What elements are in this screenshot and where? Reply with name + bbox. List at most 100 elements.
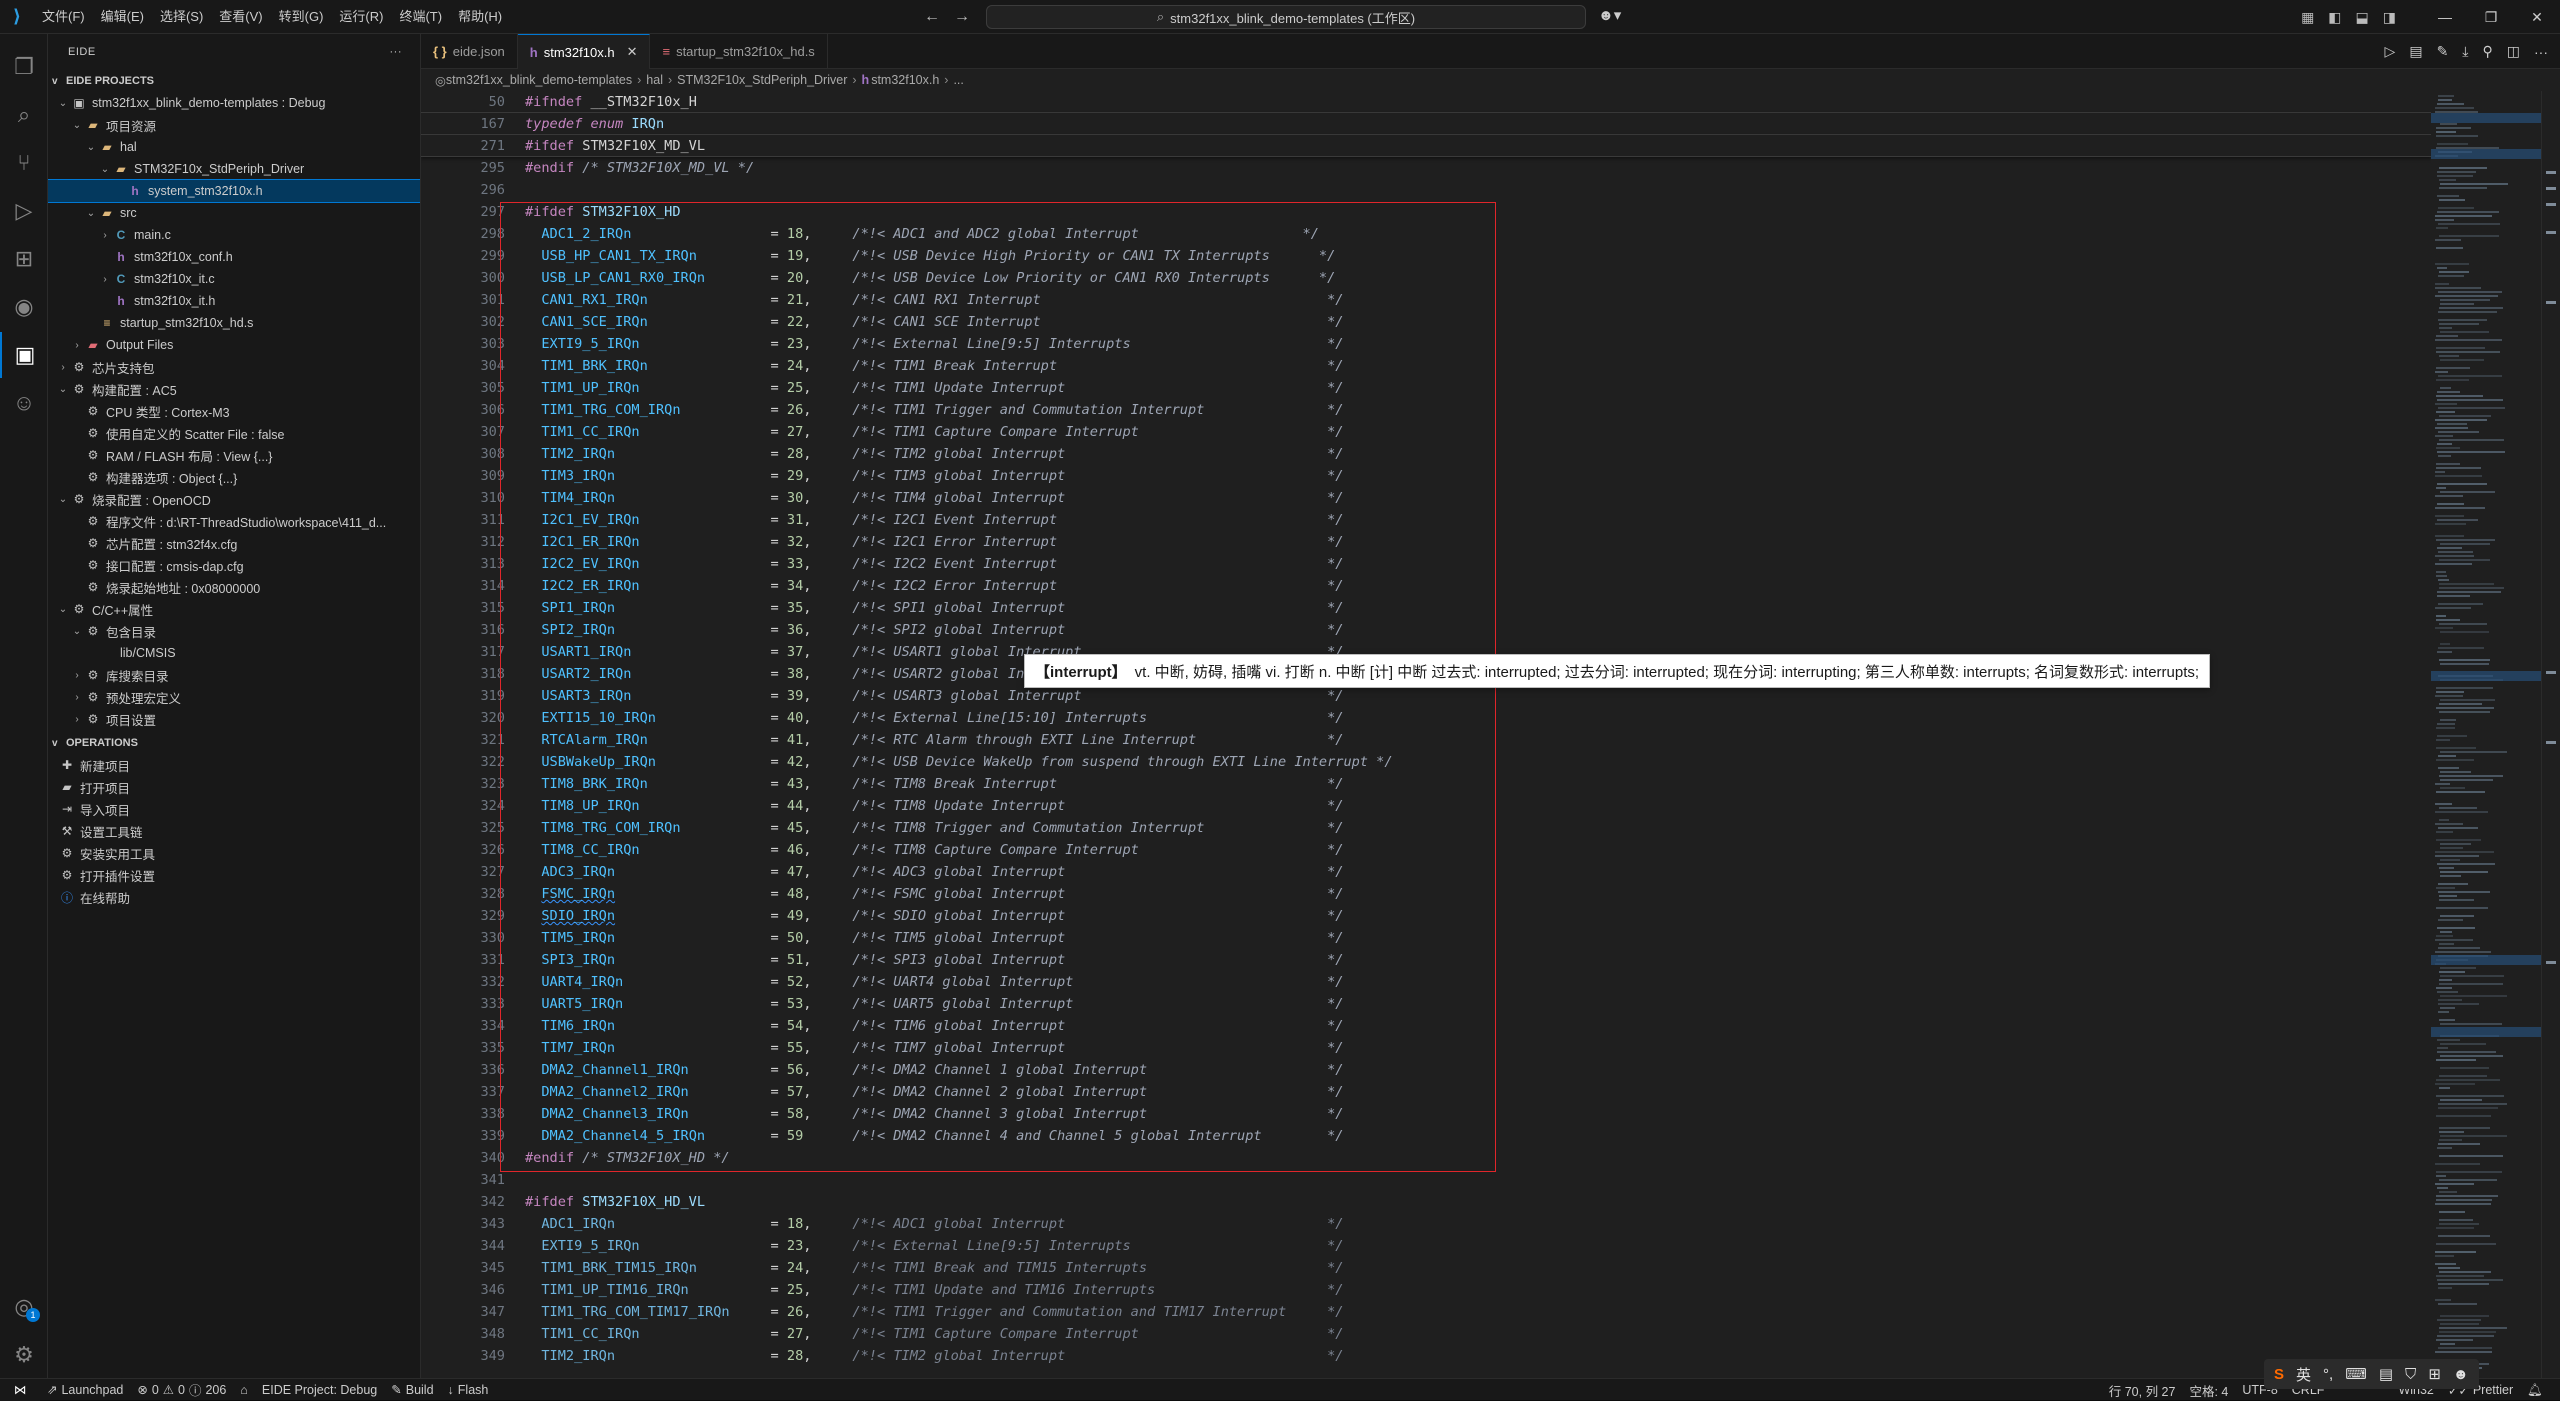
menu-item[interactable]: 转到(G)	[271, 0, 332, 34]
tree-item[interactable]: › Cstm32f10x_it.c	[48, 268, 420, 290]
breadcrumb-segment[interactable]: hal	[646, 73, 663, 87]
minimap[interactable]	[2431, 91, 2541, 1378]
rebuild-icon[interactable]: ✎	[2437, 43, 2449, 60]
run-icon[interactable]: ▷	[2385, 43, 2396, 60]
chevron-right-icon[interactable]: ›	[56, 362, 70, 373]
chevron-right-icon[interactable]: ›	[70, 670, 84, 681]
code-line[interactable]: 299 USB_HP_CAN1_TX_IRQn = 19, /*!< USB D…	[421, 245, 2431, 267]
extensions-icon[interactable]: ⊞	[0, 236, 48, 282]
gitlens-icon[interactable]: ◉	[0, 284, 48, 330]
ime-shirt-icon[interactable]: ⛉	[2405, 1366, 2416, 1383]
code-line[interactable]: 303 EXTI9_5_IRQn = 23, /*!< External Lin…	[421, 333, 2431, 355]
command-center-search[interactable]: ⌕ stm32f1xx_blink_demo-templates (工作区)	[986, 5, 1586, 29]
tree-item[interactable]: ⚙ RAM / FLASH 布局 : View {...}	[48, 444, 420, 466]
code-editor[interactable]: 50 #ifndef __STM32F10x_H 167 typedef enum I…	[421, 91, 2431, 1378]
forward-arrow-icon[interactable]: →	[954, 8, 970, 26]
restore-button[interactable]: ❐	[2468, 0, 2514, 34]
code-line[interactable]: 314 I2C2_ER_IRQn = 34, /*!< I2C2 Error I…	[421, 575, 2431, 597]
code-line[interactable]: 327 ADC3_IRQn = 47, /*!< ADC3 global Int…	[421, 861, 2431, 883]
chevron-down-icon[interactable]: ⌄	[56, 384, 70, 395]
code-line[interactable]: 330 TIM5_IRQn = 50, /*!< TIM5 global Int…	[421, 927, 2431, 949]
breadcrumb-segment[interactable]: stm32f1xx_blink_demo-templates	[446, 73, 632, 87]
tree-item[interactable]: ⚙ 构建器选项 : Object {...}	[48, 466, 420, 488]
code-line[interactable]: 343 ADC1_IRQn = 18, /*!< ADC1 global Int…	[421, 1213, 2431, 1235]
tree-item[interactable]: › ⚙ 库搜索目录	[48, 664, 420, 686]
settings-gear-icon[interactable]: ⚙	[0, 1332, 48, 1378]
breadcrumb-segment[interactable]: ...	[953, 73, 963, 87]
code-line[interactable]: 307 TIM1_CC_IRQn = 27, /*!< TIM1 Capture…	[421, 421, 2431, 443]
editor-more-icon[interactable]: ···	[2534, 44, 2548, 60]
code-line[interactable]: 295 #endif /* STM32F10X_MD_VL */	[421, 157, 2431, 179]
pin-icon[interactable]: ⚲	[2483, 43, 2493, 60]
chevron-down-icon[interactable]: ⌄	[84, 142, 98, 153]
code-line[interactable]: 323 TIM8_BRK_IRQn = 43, /*!< TIM8 Break …	[421, 773, 2431, 795]
code-line[interactable]: 321 RTCAlarm_IRQn = 41, /*!< RTC Alarm t…	[421, 729, 2431, 751]
code-line[interactable]: 298 ADC1_2_IRQn = 18, /*!< ADC1 and ADC2…	[421, 223, 2431, 245]
operation-item[interactable]: ⚙ 安装实用工具	[48, 842, 420, 864]
menu-item[interactable]: 帮助(H)	[450, 0, 510, 34]
code-line[interactable]: 325 TIM8_TRG_COM_IRQn = 45, /*!< TIM8 Tr…	[421, 817, 2431, 839]
operation-item[interactable]: ⓘ 在线帮助	[48, 886, 420, 908]
chevron-right-icon[interactable]: ›	[70, 714, 84, 725]
code-line[interactable]: 347 TIM1_TRG_COM_TIM17_IRQn = 26, /*!< T…	[421, 1301, 2431, 1323]
account-icon[interactable]: ◎ 1	[0, 1284, 48, 1330]
close-window-button[interactable]: ✕	[2514, 0, 2560, 34]
tree-item[interactable]: h stm32f10x_conf.h	[48, 246, 420, 268]
code-line[interactable]: 313 I2C2_EV_IRQn = 33, /*!< I2C2 Event I…	[421, 553, 2431, 575]
operation-item[interactable]: ⇥ 导入项目	[48, 798, 420, 820]
code-line[interactable]: 312 I2C1_ER_IRQn = 32, /*!< I2C1 Error I…	[421, 531, 2431, 553]
toggle-panel-icon[interactable]: ⬓	[2356, 9, 2369, 26]
tree-item[interactable]: ⚙ 烧录起始地址 : 0x08000000	[48, 576, 420, 598]
code-line[interactable]: 306 TIM1_TRG_COM_IRQn = 26, /*!< TIM1 Tr…	[421, 399, 2431, 421]
projects-section-header[interactable]: v EIDE PROJECTS	[48, 70, 420, 92]
menu-item[interactable]: 编辑(E)	[93, 0, 152, 34]
code-line[interactable]: 336 DMA2_Channel1_IRQn = 56, /*!< DMA2 C…	[421, 1059, 2431, 1081]
tree-item[interactable]: ⌄ ⚙ 包含目录	[48, 620, 420, 642]
download-icon[interactable]: ⤓	[2462, 43, 2468, 60]
chevron-down-icon[interactable]: ⌄	[56, 98, 70, 109]
code-line[interactable]: 349 TIM2_IRQn = 28, /*!< TIM2 global Int…	[421, 1345, 2431, 1367]
code-line[interactable]: 319 USART3_IRQn = 39, /*!< USART3 global…	[421, 685, 2431, 707]
chevron-right-icon[interactable]: ›	[70, 340, 84, 351]
problems-item[interactable]: ⊗ 0 ⚠ 0 ⓘ 206	[130, 1380, 233, 1399]
remote-indicator-icon[interactable]: ⋈	[0, 1378, 40, 1401]
code-line[interactable]: 340 #endif /* STM32F10X_HD */	[421, 1147, 2431, 1169]
tree-item[interactable]: ⌄ ⚙ 烧录配置 : OpenOCD	[48, 488, 420, 510]
tree-item[interactable]: ⌄ ▣ stm32f1xx_blink_demo-templates : Debug	[48, 92, 420, 114]
code-line[interactable]: 310 TIM4_IRQn = 30, /*!< TIM4 global Int…	[421, 487, 2431, 509]
cursor-position[interactable]: 行 70, 列 27	[2102, 1381, 2183, 1400]
build-icon[interactable]: ▤	[2409, 43, 2422, 60]
ime-apps-icon[interactable]: ⊞	[2428, 1365, 2441, 1383]
code-line[interactable]: 335 TIM7_IRQn = 55, /*!< TIM7 global Int…	[421, 1037, 2431, 1059]
code-line[interactable]: 297 #ifdef STM32F10X_HD	[421, 201, 2431, 223]
build-item[interactable]: ✎ Build	[384, 1382, 440, 1398]
code-line[interactable]: 316 SPI2_IRQn = 36, /*!< SPI2 global Int…	[421, 619, 2431, 641]
code-line[interactable]: 337 DMA2_Channel2_IRQn = 57, /*!< DMA2 C…	[421, 1081, 2431, 1103]
ime-avatar-icon[interactable]: ☻	[2453, 1366, 2469, 1383]
ime-punct-icon[interactable]: °,	[2323, 1366, 2333, 1383]
tree-item[interactable]: ⌄ ▰ 项目资源	[48, 114, 420, 136]
menu-item[interactable]: 终端(T)	[391, 0, 450, 34]
layout-customize-icon[interactable]: ▦	[2301, 9, 2314, 26]
code-line[interactable]: 333 UART5_IRQn = 53, /*!< UART5 global I…	[421, 993, 2431, 1015]
indentation[interactable]: 空格: 4	[2182, 1381, 2235, 1400]
code-line[interactable]: 324 TIM8_UP_IRQn = 44, /*!< TIM8 Update …	[421, 795, 2431, 817]
tree-item[interactable]: ⌄ ▰ hal	[48, 136, 420, 158]
chevron-right-icon[interactable]: ›	[70, 692, 84, 703]
code-line[interactable]: 346 TIM1_UP_TIM16_IRQn = 25, /*!< TIM1 U…	[421, 1279, 2431, 1301]
code-line[interactable]: 332 UART4_IRQn = 52, /*!< UART4 global I…	[421, 971, 2431, 993]
chevron-right-icon[interactable]: ›	[98, 274, 112, 285]
code-line[interactable]: 341	[421, 1169, 2431, 1191]
back-arrow-icon[interactable]: ←	[924, 8, 940, 26]
tree-item[interactable]: ⌄ ▰ STM32F10x_StdPeriph_Driver	[48, 158, 420, 180]
code-line[interactable]: 329 SDIO_IRQn = 49, /*!< SDIO global Int…	[421, 905, 2431, 927]
code-line[interactable]: 345 TIM1_BRK_TIM15_IRQn = 24, /*!< TIM1 …	[421, 1257, 2431, 1279]
eide-project-item[interactable]: EIDE Project: Debug	[255, 1383, 384, 1397]
code-line[interactable]: 338 DMA2_Channel3_IRQn = 58, /*!< DMA2 C…	[421, 1103, 2431, 1125]
copilot-chat-icon[interactable]: ☺	[0, 380, 48, 426]
tree-item[interactable]: ⚙ 程序文件 : d:\RT-ThreadStudio\workspace\411…	[48, 510, 420, 532]
operation-item[interactable]: ⚙ 打开插件设置	[48, 864, 420, 886]
tree-item[interactable]: › ⚙ 芯片支持包	[48, 356, 420, 378]
tree-item[interactable]: ⚙ 使用自定义的 Scatter File : false	[48, 422, 420, 444]
flash-item[interactable]: ↓ Flash	[441, 1383, 496, 1397]
